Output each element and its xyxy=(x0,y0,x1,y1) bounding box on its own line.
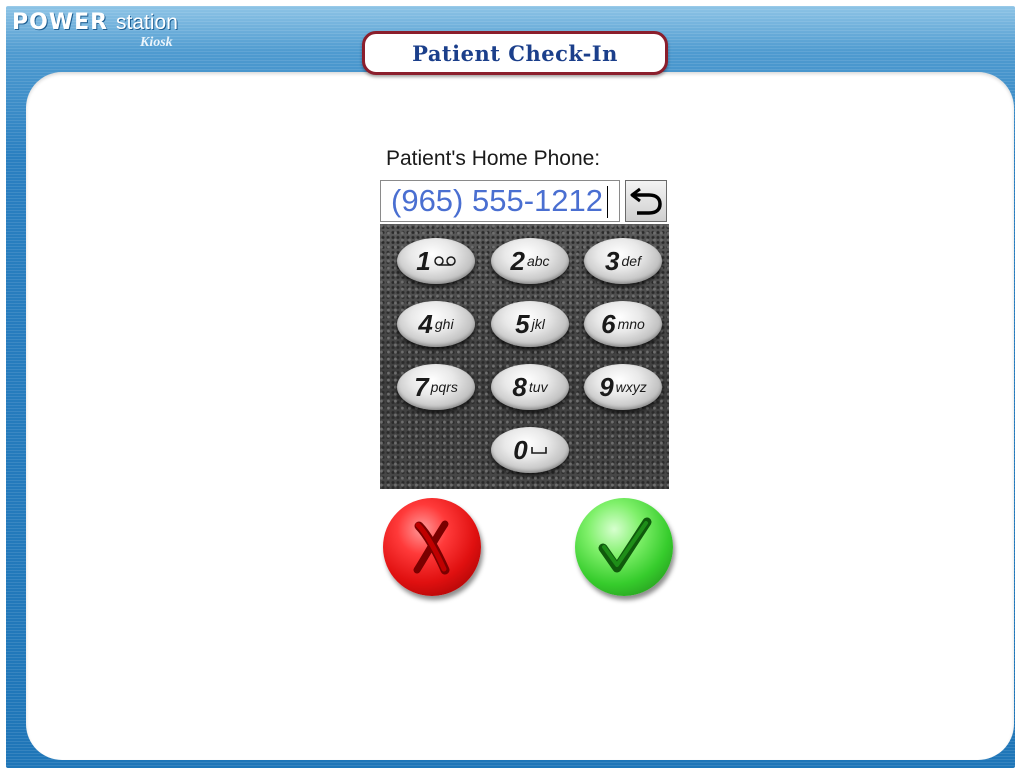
undo-arrow-icon xyxy=(630,187,662,215)
checkmark-icon xyxy=(598,517,652,573)
key-digit: 6 xyxy=(601,309,616,339)
key-letters: wxyz xyxy=(615,379,647,395)
logo-kiosk-text: Kiosk xyxy=(140,35,173,50)
logo-station-text: station xyxy=(116,11,178,34)
key-digit: 8 xyxy=(512,372,527,402)
key-digit: 9 xyxy=(599,372,614,402)
logo-power-text: POWER xyxy=(12,10,109,35)
powerstation-kiosk-logo: POWER station Kiosk xyxy=(12,10,182,54)
key-digit: 4 xyxy=(418,309,433,339)
cancel-button[interactable] xyxy=(383,498,481,596)
key-letters: pqrs xyxy=(430,379,458,395)
key-7[interactable]: 7 pqrs xyxy=(397,364,475,410)
key-1[interactable]: 1 xyxy=(397,238,475,284)
page-title-tab: Patient Check-In xyxy=(362,31,668,75)
confirm-button[interactable] xyxy=(575,498,673,596)
x-icon xyxy=(413,520,450,575)
page-title: Patient Check-In xyxy=(412,40,618,66)
key-letters: ghi xyxy=(434,316,454,332)
key-0[interactable]: 0 xyxy=(491,427,569,473)
key-digit: 3 xyxy=(605,246,620,276)
space-icon xyxy=(530,445,547,455)
key-letters: abc xyxy=(526,253,550,269)
key-digit: 2 xyxy=(510,246,525,276)
key-2[interactable]: 2 abc xyxy=(491,238,569,284)
key-5[interactable]: 5 jkl xyxy=(491,301,569,347)
key-digit: 7 xyxy=(414,372,429,402)
phone-label: Patient's Home Phone: xyxy=(386,147,601,170)
key-letters: jkl xyxy=(531,316,545,332)
key-letters: tuv xyxy=(528,379,548,395)
key-6[interactable]: 6 mno xyxy=(584,301,662,347)
key-9[interactable]: 9 wxyz xyxy=(584,364,662,410)
key-8[interactable]: 8 tuv xyxy=(491,364,569,410)
text-caret xyxy=(607,186,608,218)
key-4[interactable]: 4 ghi xyxy=(397,301,475,347)
backspace-button[interactable] xyxy=(625,180,667,222)
phone-input[interactable] xyxy=(380,180,620,222)
key-3[interactable]: 3 def xyxy=(584,238,662,284)
key-letters: mno xyxy=(617,316,645,332)
key-digit: 5 xyxy=(515,309,530,339)
key-digit: 1 xyxy=(416,246,431,276)
voicemail-icon xyxy=(433,255,456,267)
phone-keypad: 1 2 abc 3 def 4 ghi 5 jkl 6 mno 7 pqrs 8… xyxy=(380,224,669,489)
key-letters: def xyxy=(621,253,641,269)
key-digit: 0 xyxy=(513,435,528,465)
